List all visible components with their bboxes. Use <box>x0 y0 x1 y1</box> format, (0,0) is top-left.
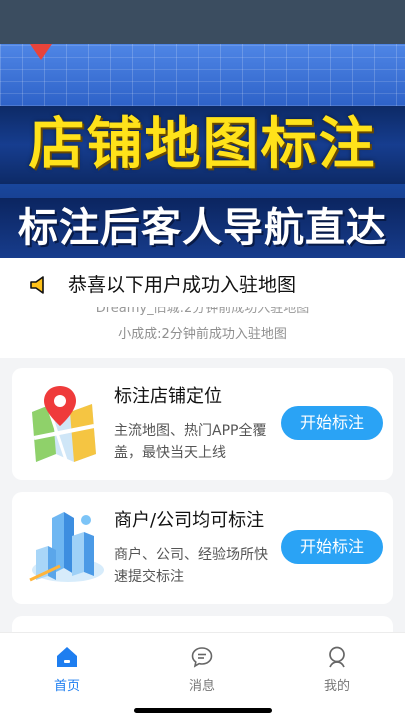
promo-banner[interactable]: 店铺地图标注 标注后客人导航直达 <box>0 44 405 258</box>
banner-grid-decoration <box>0 44 405 106</box>
home-icon <box>57 647 77 667</box>
start-marking-button[interactable]: 开始标注 <box>281 530 383 564</box>
banner-title-band: 店铺地图标注 <box>0 106 405 184</box>
tab-label: 首页 <box>53 679 80 694</box>
card-description: 主流地图、热门APP全覆盖，最快当天上线 <box>114 423 267 461</box>
speaker-icon <box>30 276 44 294</box>
start-marking-button[interactable]: 开始标注 <box>281 406 383 440</box>
banner-title: 店铺地图标注 <box>28 112 377 177</box>
tab-label: 我的 <box>323 679 350 694</box>
tab-label: 消息 <box>188 679 215 694</box>
ticker-previous: Dreamy_旧城:2分钟前成功入驻地图 <box>95 307 310 316</box>
service-card-store-location[interactable]: 标注店铺定位 主流地图、热门APP全覆盖，最快当天上线 开始标注 <box>12 368 393 480</box>
service-card-business[interactable]: 商户/公司均可标注 商户、公司、经验场所快速提交标注 开始标注 <box>12 492 393 604</box>
chat-icon <box>191 647 213 668</box>
tab-messages[interactable]: 消息 <box>162 645 242 694</box>
ticker-current: 小成成:2分钟前成功入驻地图 <box>118 327 287 342</box>
user-icon <box>329 646 345 668</box>
tab-profile[interactable]: 我的 <box>297 645 377 694</box>
bottom-tab-bar: 首页 消息 我的 <box>0 632 405 720</box>
banner-subtitle-band: 标注后客人导航直达 <box>0 198 405 258</box>
home-indicator <box>134 708 272 713</box>
card-title: 商户/公司均可标注 <box>114 510 265 531</box>
notice-headline: 恭喜以下用户成功入驻地图 <box>68 274 297 296</box>
tab-home[interactable]: 首页 <box>27 645 107 694</box>
status-bar <box>0 0 405 44</box>
card-title: 标注店铺定位 <box>114 386 222 407</box>
map-pin-icon <box>32 386 96 462</box>
banner-subtitle: 标注后客人导航直达 <box>18 205 387 251</box>
buildings-icon <box>29 512 104 582</box>
card-description: 商户、公司、经验场所快速提交标注 <box>114 547 268 585</box>
notice-panel: 恭喜以下用户成功入驻地图 Dreamy_旧城:2分钟前成功入驻地图 小成成:2分… <box>0 258 405 358</box>
banner-marker-decoration <box>30 44 52 60</box>
